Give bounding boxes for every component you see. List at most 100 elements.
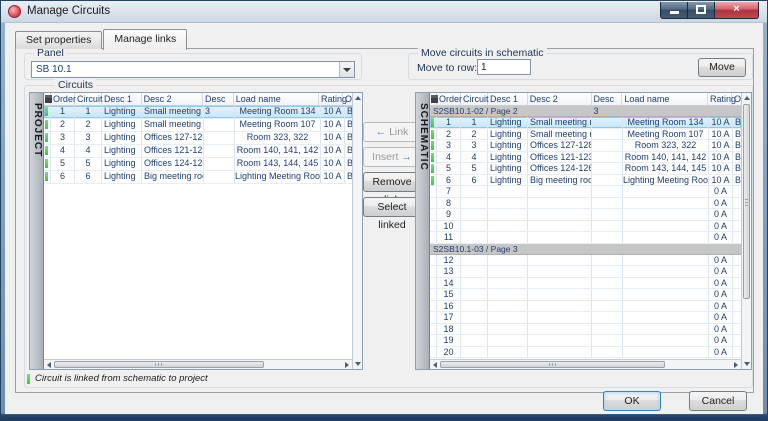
v-scroll-thumb[interactable]: [743, 104, 750, 299]
link-marker-cell: [430, 175, 437, 186]
table-row[interactable]: 170 A: [430, 312, 741, 324]
cell-desc1: [488, 221, 528, 232]
schematic-v-scrollbar[interactable]: [741, 93, 751, 369]
column-header-circuit[interactable]: Circuit: [461, 93, 488, 105]
tab-manage-links[interactable]: Manage links: [103, 29, 187, 50]
link-marker-cell: [430, 301, 437, 312]
project-v-scrollbar[interactable]: [352, 93, 362, 369]
column-header-desc-3[interactable]: Desc 3: [203, 93, 234, 105]
column-header-o[interactable]: O: [343, 93, 352, 105]
scroll-down-icon[interactable]: [744, 362, 750, 366]
table-row[interactable]: 11LightingSmall meeting room 1Meeting Ro…: [430, 117, 741, 129]
scroll-up-icon[interactable]: [355, 96, 361, 100]
cell-desc3: [592, 129, 623, 140]
cell-order: 11: [437, 232, 461, 243]
column-header-desc-2[interactable]: Desc 2: [142, 93, 203, 105]
cell-order: 14: [437, 278, 461, 289]
table-row[interactable]: 22LightingSmall meeting room 2Meeting Ro…: [44, 119, 352, 132]
cell-order: 15: [437, 289, 461, 300]
column-header-circuit[interactable]: Circuit: [75, 93, 102, 105]
cancel-button[interactable]: Cancel: [689, 391, 747, 411]
cell-circuit: 6: [461, 175, 488, 186]
select-linked-button[interactable]: Select linked: [363, 197, 421, 217]
scroll-right-icon[interactable]: [345, 362, 349, 368]
panel-select[interactable]: SB 10.1: [31, 61, 355, 78]
column-header-rating[interactable]: Rating: [319, 93, 343, 105]
close-icon[interactable]: ×: [715, 2, 759, 19]
project-h-scrollbar[interactable]: [44, 359, 352, 369]
table-row[interactable]: 100 A: [430, 221, 741, 233]
cell-desc1: [488, 278, 528, 289]
table-row[interactable]: 66LightingBig meeting roomLighting Meeti…: [430, 175, 741, 187]
table-row[interactable]: 33LightingOffices 127-128Room 323, 32210…: [430, 140, 741, 152]
table-row[interactable]: 200 A: [430, 347, 741, 359]
scroll-left-icon[interactable]: [433, 362, 437, 368]
cell-desc2: Small meeting room 1: [142, 106, 204, 118]
column-header-desc-3[interactable]: Desc 3: [592, 93, 623, 105]
link-marker-cell: [430, 209, 437, 220]
column-header-desc-1[interactable]: Desc 1: [488, 93, 528, 105]
schematic-table: SCHEMATIC OrderCircuitDesc 1Desc 2Desc 3…: [415, 92, 752, 370]
column-header-order[interactable]: Order: [437, 93, 461, 105]
cell-order: 2: [437, 129, 461, 140]
table-row[interactable]: 66LightingBig meeting roomLighting Meeti…: [44, 171, 352, 184]
column-header-order[interactable]: Order: [51, 93, 75, 105]
tab-set-properties[interactable]: Set properties: [15, 31, 102, 49]
h-scroll-thumb[interactable]: [440, 361, 665, 368]
cell-desc1: [488, 312, 528, 323]
cell-rating: 10 A: [321, 132, 345, 144]
h-scroll-thumb[interactable]: [54, 361, 264, 368]
link-button[interactable]: ← Link: [363, 122, 421, 142]
table-row[interactable]: 130 A: [430, 266, 741, 278]
schematic-h-scrollbar[interactable]: [430, 359, 741, 369]
scroll-up-icon[interactable]: [744, 96, 750, 100]
table-row[interactable]: 22LightingSmall meeting room 2Meeting Ro…: [430, 129, 741, 141]
cell-desc2: [528, 221, 592, 232]
cell-o: [733, 266, 741, 277]
chevron-down-icon[interactable]: [339, 62, 354, 77]
table-row[interactable]: 55LightingOffices 124-126Room 143, 144, …: [430, 163, 741, 175]
table-row[interactable]: 33LightingOffices 127-128Room 323, 32210…: [44, 132, 352, 145]
cell-order: 5: [51, 158, 75, 170]
scroll-down-icon[interactable]: [355, 362, 361, 366]
move-button[interactable]: Move: [698, 58, 746, 77]
tab-bar: Set properties Manage links: [15, 29, 188, 49]
table-row[interactable]: 160 A: [430, 301, 741, 313]
cell-desc3: [592, 312, 623, 323]
scroll-left-icon[interactable]: [47, 362, 51, 368]
table-row[interactable]: 120 A: [430, 255, 741, 267]
table-row[interactable]: 180 A: [430, 324, 741, 336]
cell-desc2: Small meeting room 2: [142, 119, 204, 131]
move-to-row-input[interactable]: [477, 59, 531, 75]
table-row[interactable]: 55LightingOffices 124-126Room 143, 144, …: [44, 158, 352, 171]
ok-button[interactable]: OK: [603, 391, 661, 411]
maximize-icon[interactable]: [688, 2, 715, 19]
column-header-rating[interactable]: Rating: [708, 93, 732, 105]
cell-circuit: [461, 289, 488, 300]
table-row[interactable]: 44LightingOffices 121-123Room 140, 141, …: [44, 145, 352, 158]
table-row[interactable]: 11LightingSmall meeting room 1Meeting Ro…: [44, 106, 352, 119]
cell-o: B: [733, 129, 741, 140]
column-header-load-name[interactable]: Load name: [622, 93, 708, 105]
link-marker-cell: [430, 278, 437, 289]
table-row[interactable]: 70 A: [430, 186, 741, 198]
cell-order: 1: [51, 106, 75, 118]
scroll-right-icon[interactable]: [734, 362, 738, 368]
remove-link-button[interactable]: Remove link: [363, 172, 421, 192]
table-row[interactable]: 150 A: [430, 289, 741, 301]
column-header-desc-1[interactable]: Desc 1: [102, 93, 142, 105]
minimize-icon[interactable]: [660, 2, 688, 19]
column-header-o[interactable]: O: [732, 93, 741, 105]
table-row[interactable]: 190 A: [430, 335, 741, 347]
cell-circuit: [461, 324, 488, 335]
table-row[interactable]: 140 A: [430, 278, 741, 290]
column-header-desc-2[interactable]: Desc 2: [528, 93, 592, 105]
table-row[interactable]: 44LightingOffices 121-123Room 140, 141, …: [430, 152, 741, 164]
column-header-load-name[interactable]: Load name: [234, 93, 319, 105]
table-row[interactable]: 80 A: [430, 198, 741, 210]
table-row[interactable]: 90 A: [430, 209, 741, 221]
cell-load-name: Room 143, 144, 145: [623, 163, 709, 174]
table-row[interactable]: 110 A: [430, 232, 741, 244]
cell-o: [733, 232, 741, 243]
insert-button[interactable]: Insert →: [363, 147, 421, 167]
